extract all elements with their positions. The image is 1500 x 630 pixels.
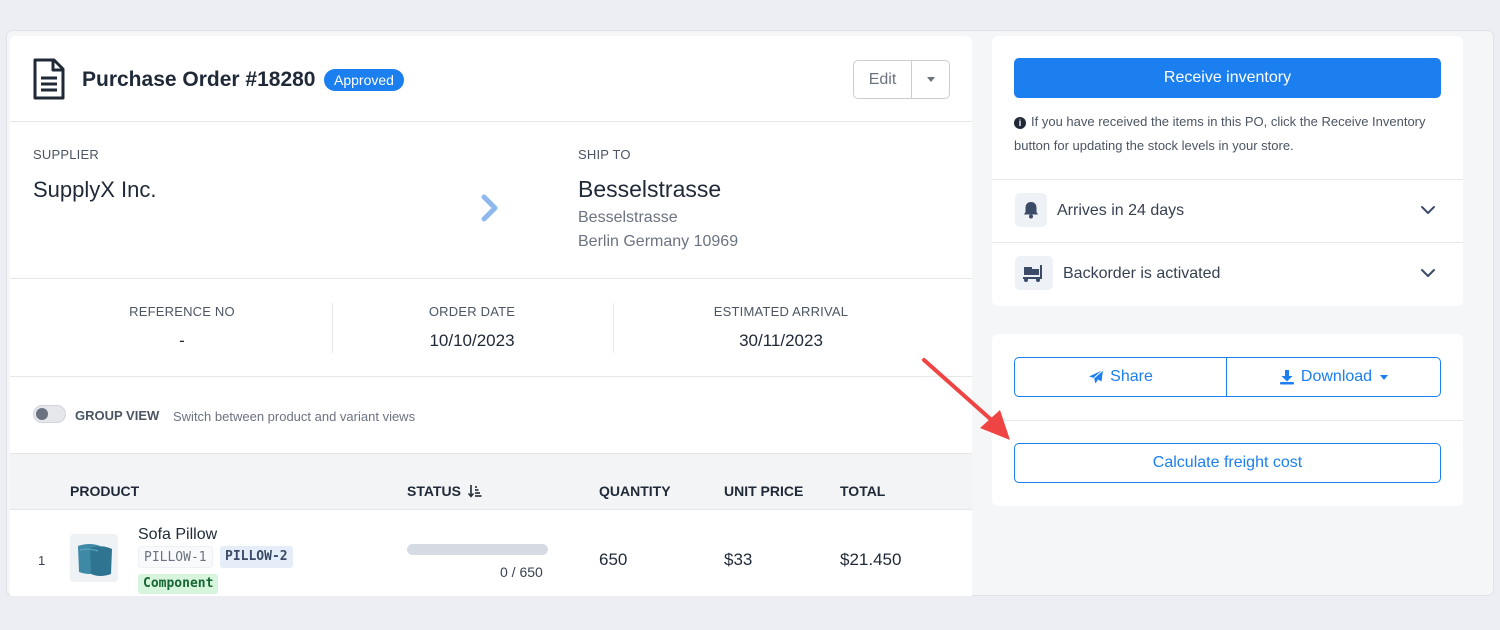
edit-button[interactable]: Edit — [854, 61, 912, 98]
accordion-backorder[interactable]: Backorder is activated — [992, 242, 1463, 305]
purchase-order-card: Purchase Order #18280 Approved Edit SUPP… — [10, 36, 972, 596]
divider — [992, 420, 1463, 421]
dolly-icon — [1015, 256, 1053, 290]
column-header-quantity[interactable]: QUANTITY — [599, 483, 671, 499]
order-meta-section: REFERENCE NO - ORDER DATE 10/10/2023 EST… — [10, 279, 972, 377]
ship-to-street: Besselstrasse — [578, 209, 678, 226]
group-view-row: GROUP VIEW Switch between product and va… — [10, 377, 972, 453]
component-tag: Component — [138, 574, 219, 594]
meta-divider — [332, 303, 333, 353]
reference-label: REFERENCE NO — [129, 304, 235, 319]
column-header-product[interactable]: PRODUCT — [70, 483, 139, 499]
order-date-value: 10/10/2023 — [429, 331, 515, 350]
received-count: 0 / 650 — [500, 564, 543, 580]
info-icon: i — [1014, 117, 1026, 129]
receive-info-text: If you have received the items in this P… — [1014, 114, 1426, 153]
reference-value: - — [179, 331, 185, 350]
share-button[interactable]: Share — [1015, 358, 1227, 396]
bell-icon — [1015, 193, 1047, 227]
group-view-description: Switch between product and variant views — [173, 409, 416, 424]
edit-button-group: Edit — [853, 60, 950, 99]
table-header: PRODUCT STATUS QUANTITY UNIT PRICE TOTAL — [10, 453, 972, 510]
calculate-freight-button[interactable]: Calculate freight cost — [1014, 443, 1441, 483]
ship-to-label: SHIP TO — [578, 147, 631, 162]
receive-inventory-button[interactable]: Receive inventory — [1014, 58, 1441, 98]
ship-to-city: Berlin Germany 10969 — [578, 233, 739, 250]
page-title: Purchase Order #18280 — [82, 68, 316, 91]
download-caret-icon — [1380, 374, 1389, 380]
variant-sku-selected: PILLOW-2 — [220, 546, 293, 568]
annotation-arrow-icon — [922, 358, 1010, 440]
table-row[interactable]: 1 Sofa Pillow PILLOW-1 PILLOW-2 Componen… — [10, 510, 972, 596]
group-view-label: GROUP VIEW — [75, 408, 160, 423]
backorder-accordion-label: Backorder is activated — [1063, 265, 1221, 282]
column-header-status-label: STATUS — [407, 483, 461, 499]
chevron-right-icon — [481, 194, 498, 222]
supplier-shipto-section: SUPPLIER SupplyX Inc. SHIP TO Besselstra… — [10, 122, 972, 279]
download-button[interactable]: Download — [1227, 358, 1440, 396]
ship-to-name: Besselstrasse — [578, 176, 722, 202]
download-icon — [1279, 370, 1294, 385]
column-header-total[interactable]: TOTAL — [840, 483, 885, 499]
accordion-arrival[interactable]: Arrives in 24 days — [992, 179, 1463, 242]
order-date-block: ORDER DATE 10/10/2023 — [372, 304, 572, 351]
arrival-accordion-label: Arrives in 24 days — [1057, 202, 1185, 219]
received-progress-bar — [407, 544, 548, 555]
share-download-group: Share Download — [1014, 357, 1441, 397]
chevron-down-icon[interactable] — [1420, 202, 1436, 218]
document-icon — [33, 58, 65, 100]
unit-price-cell: $33 — [724, 550, 753, 569]
sort-icon[interactable] — [467, 484, 482, 498]
supplier-label: SUPPLIER — [33, 147, 99, 162]
column-header-status[interactable]: STATUS — [407, 483, 482, 499]
actions-card: Share Download Calculate freight cost — [992, 334, 1463, 506]
receive-info: i If you have received the items in this … — [1014, 110, 1434, 158]
download-label: Download — [1300, 368, 1373, 385]
column-header-unit-price[interactable]: UNIT PRICE — [724, 483, 803, 499]
estimated-arrival-label: ESTIMATED ARRIVAL — [713, 304, 849, 319]
row-index: 1 — [38, 553, 46, 568]
edit-dropdown-caret[interactable] — [912, 61, 949, 98]
group-view-toggle[interactable] — [33, 405, 66, 423]
total-cell: $21.450 — [840, 550, 902, 569]
paper-plane-icon — [1089, 369, 1104, 384]
estimated-arrival-value: 30/11/2023 — [739, 331, 823, 350]
quantity-cell: 650 — [599, 550, 628, 569]
order-date-label: ORDER DATE — [428, 304, 516, 319]
po-header: Purchase Order #18280 Approved Edit — [10, 36, 972, 122]
share-label: Share — [1110, 368, 1153, 385]
arrival-block: ESTIMATED ARRIVAL 30/11/2023 — [671, 304, 891, 351]
product-thumbnail — [70, 534, 118, 582]
chevron-down-icon[interactable] — [1420, 265, 1436, 281]
pillow-image — [70, 534, 118, 582]
meta-divider — [613, 303, 614, 353]
reference-block: REFERENCE NO - — [82, 304, 282, 351]
receive-inventory-card: Receive inventory i If you have received … — [992, 36, 1463, 306]
supplier-name: SupplyX Inc. — [33, 177, 157, 202]
status-badge: Approved — [324, 69, 404, 91]
variant-sku: PILLOW-1 — [138, 546, 213, 568]
product-name[interactable]: Sofa Pillow — [138, 526, 217, 544]
